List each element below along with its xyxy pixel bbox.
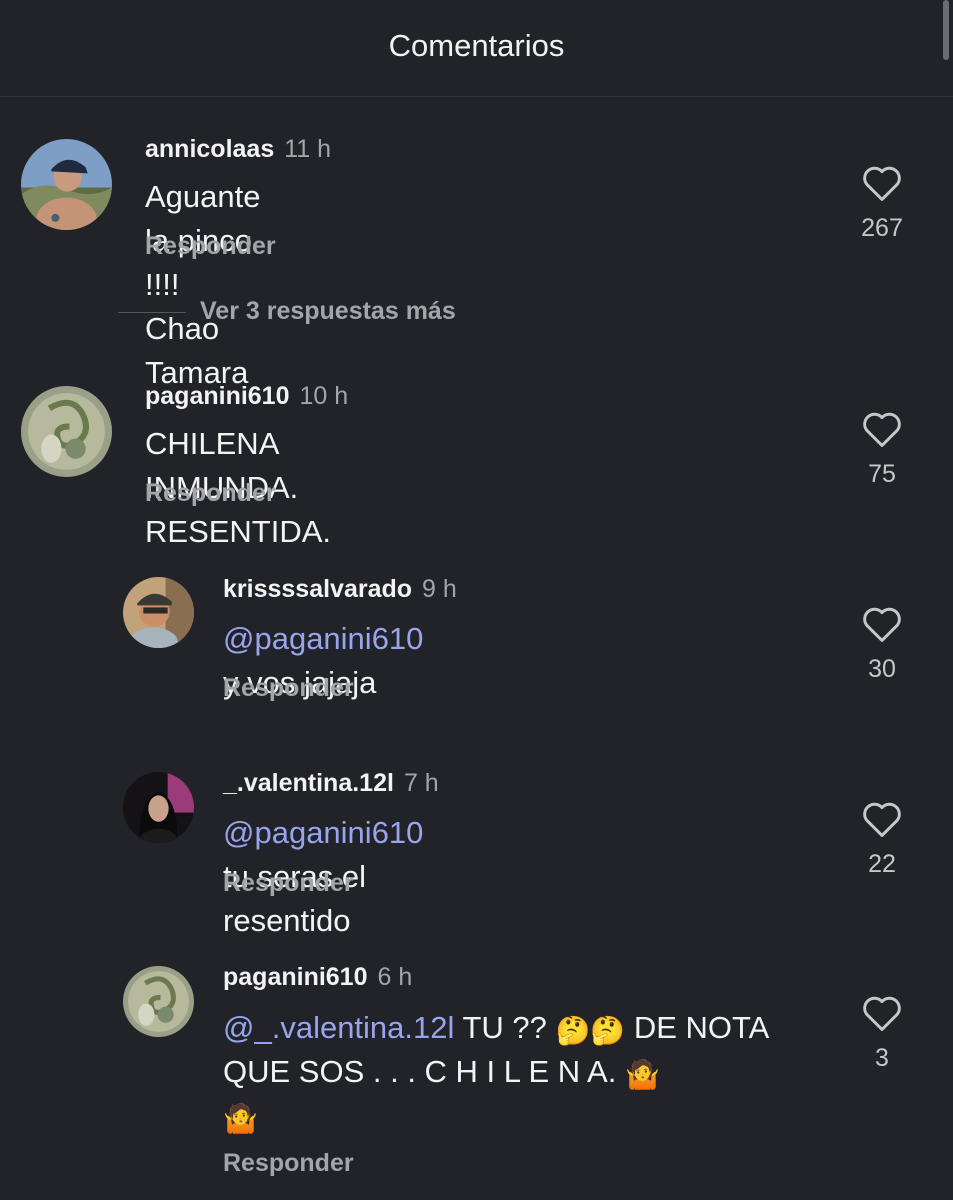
comment-body: TU ?? — [454, 1010, 556, 1045]
reply-button[interactable]: Responder — [145, 479, 276, 508]
avatar-photo — [123, 772, 194, 843]
reply-button[interactable]: Responder — [223, 869, 354, 898]
like-count: 75 — [868, 460, 896, 488]
timestamp: 9 h — [422, 575, 457, 603]
comments-sheet: Comentarios annicolaas 11 h Aguante la pi… — [0, 0, 953, 1200]
avatar[interactable] — [123, 772, 194, 843]
heart-icon[interactable] — [861, 994, 903, 1032]
reply-button[interactable]: Responder — [223, 1149, 354, 1178]
avatar-photo — [21, 139, 112, 230]
username[interactable]: paganini610 — [145, 382, 290, 410]
mention-link[interactable]: @_.valentina.12l — [223, 1010, 454, 1045]
thinking-emoji-icon: 🤔🤔 — [555, 1015, 626, 1046]
like-control: 22 — [857, 800, 907, 879]
comment-text: @_.valentina.12l TU ?? 🤔🤔 DE NOTA QUE SO… — [223, 1006, 813, 1138]
like-control: 267 — [857, 164, 907, 243]
shrug-emoji-icon: 🤷 — [223, 1103, 258, 1134]
avatar[interactable] — [21, 386, 112, 477]
timestamp: 10 h — [299, 382, 349, 410]
username[interactable]: paganini610 — [223, 963, 368, 991]
heart-icon[interactable] — [861, 164, 903, 202]
avatar[interactable] — [21, 139, 112, 230]
like-count: 30 — [868, 655, 896, 683]
mention-link[interactable]: @paganini610 — [223, 621, 423, 656]
avatar[interactable] — [123, 577, 194, 648]
avatar-photo — [123, 966, 194, 1037]
divider-line — [118, 312, 186, 313]
reply-button[interactable]: Responder — [223, 674, 354, 703]
like-count: 22 — [868, 850, 896, 878]
like-control: 75 — [857, 410, 907, 489]
avatar-photo — [21, 386, 112, 477]
reply-button[interactable]: Responder — [145, 232, 276, 261]
like-control: 30 — [857, 605, 907, 684]
like-count: 267 — [861, 214, 903, 242]
username[interactable]: _.valentina.12l — [223, 769, 394, 797]
timestamp: 6 h — [377, 963, 413, 991]
mention-link[interactable]: @paganini610 — [223, 815, 423, 850]
comments-header: Comentarios — [0, 0, 953, 97]
timestamp: 7 h — [403, 769, 439, 797]
heart-icon[interactable] — [861, 410, 903, 448]
view-more-replies-label[interactable]: Ver 3 respuestas más — [200, 297, 456, 326]
page-title: Comentarios — [388, 28, 565, 63]
timestamp: 11 h — [284, 135, 332, 163]
like-control: 3 — [857, 994, 907, 1073]
username[interactable]: annicolaas — [145, 135, 274, 163]
comment-text: Aguante la pinco !!!! Chao Tamara — [145, 179, 261, 390]
avatar[interactable] — [123, 966, 194, 1037]
username[interactable]: krissssalvarado — [223, 575, 412, 603]
heart-icon[interactable] — [861, 605, 903, 643]
like-count: 3 — [875, 1044, 889, 1072]
avatar-photo — [123, 577, 194, 648]
scrollbar[interactable] — [943, 0, 949, 60]
shrug-emoji-icon: 🤷 — [624, 1059, 660, 1090]
heart-icon[interactable] — [861, 800, 903, 838]
